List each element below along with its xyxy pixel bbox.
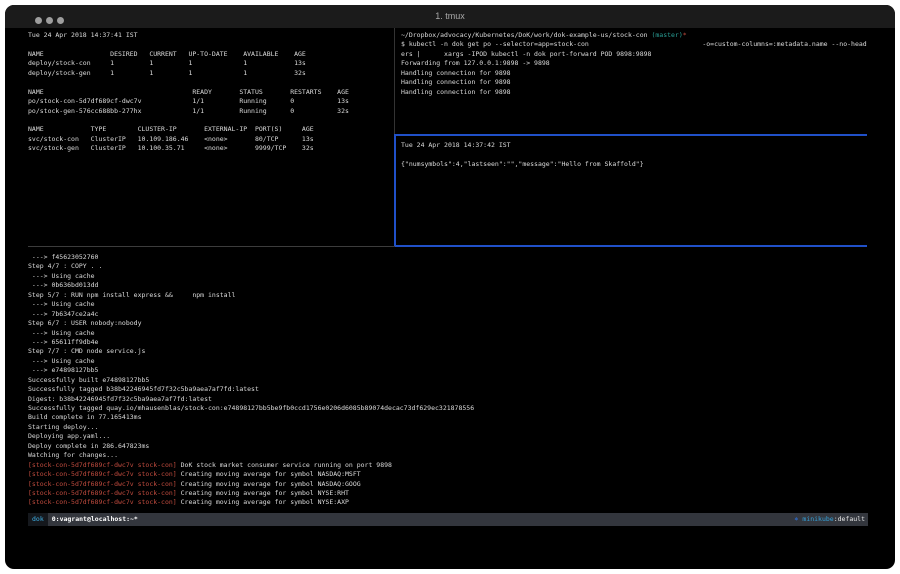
terminal-line: [401, 150, 863, 159]
terminal-line: Successfully tagged b38b42246945fd7f32c5…: [28, 385, 868, 394]
terminal-line: svc/stock-gen ClusterIP 10.100.35.71 <no…: [28, 144, 394, 153]
pane-divider-vertical[interactable]: [394, 28, 395, 136]
terminal-content: Tue 24 Apr 2018 14:37:41 IST NAME DESIRE…: [5, 5, 895, 569]
terminal-line: svc/stock-con ClusterIP 10.109.186.46 <n…: [28, 135, 394, 144]
terminal-line: [stock-con-5d7df689cf-dwc7v stock-con] D…: [28, 461, 868, 470]
terminal-line: ---> 7b6347ce2a4c: [28, 310, 868, 319]
terminal-line: deploy/stock-gen 1 1 1 1 32s: [28, 69, 394, 78]
terminal-line: ---> 0b636bd013dd: [28, 281, 868, 290]
pane-curl-output[interactable]: Tue 24 Apr 2018 14:37:42 IST {"numsymbol…: [401, 141, 863, 245]
terminal-line: Handling connection for 9898: [401, 88, 867, 97]
terminal-line: ---> Using cache: [28, 357, 868, 366]
terminal-line: $ kubectl -n dok get po --selector=app=s…: [401, 40, 867, 49]
terminal-line: [stock-con-5d7df689cf-dwc7v stock-con] C…: [28, 498, 868, 507]
terminal-line: deploy/stock-con 1 1 1 1 13s: [28, 59, 394, 68]
terminal-line: ---> Using cache: [28, 329, 868, 338]
session-name[interactable]: dok: [28, 513, 48, 526]
terminal-line: Step 6/7 : USER nobody:nobody: [28, 319, 868, 328]
terminal-line: [stock-con-5d7df689cf-dwc7v stock-con] C…: [28, 489, 868, 498]
terminal-line: NAME TYPE CLUSTER-IP EXTERNAL-IP PORT(S)…: [28, 125, 394, 134]
terminal-line: po/stock-gen-576cc688bb-277hx 1/1 Runnin…: [28, 107, 394, 116]
terminal-line: [stock-con-5d7df689cf-dwc7v stock-con] C…: [28, 480, 868, 489]
kube-context-host: minikube: [802, 515, 833, 523]
terminal-line: Step 5/7 : RUN npm install express && np…: [28, 291, 868, 300]
pane-port-forward[interactable]: ~/Dropbox/advocacy/Kubernetes/DoK/work/d…: [401, 31, 867, 133]
status-right-section: ⎈ minikube:default: [795, 513, 868, 526]
terminal-line: NAME READY STATUS RESTARTS AGE: [28, 88, 394, 97]
status-window-label[interactable]: 0:vagrant@localhost:~*: [48, 513, 138, 526]
kubernetes-helm-icon: ⎈: [795, 515, 799, 523]
terminal-line: Deploying app.yaml...: [28, 432, 868, 441]
kube-context-namespace: :default: [834, 515, 865, 523]
terminal-line: Successfully tagged quay.io/mhausenblas/…: [28, 404, 868, 413]
terminal-line: ~/Dropbox/advocacy/Kubernetes/DoK/work/d…: [401, 31, 867, 40]
terminal-line: po/stock-con-5d7df689cf-dwc7v 1/1 Runnin…: [28, 97, 394, 106]
terminal-line: Handling connection for 9898: [401, 78, 867, 87]
terminal-line: ---> Using cache: [28, 272, 868, 281]
terminal-line: ---> f45623052760: [28, 253, 868, 262]
terminal-line: {"numsymbols":4,"lastseen":"","message":…: [401, 160, 863, 169]
terminal-line: ---> e74898127bb5: [28, 366, 868, 375]
terminal-line: Watching for changes...: [28, 451, 868, 460]
terminal-line: ---> 65611ff9db4e: [28, 338, 868, 347]
terminal-line: Forwarding from 127.0.0.1:9898 -> 9898: [401, 59, 867, 68]
terminal-line: Step 7/7 : CMD node service.js: [28, 347, 868, 356]
terminal-line: Deploy complete in 286.647823ms: [28, 442, 868, 451]
terminal-line: [28, 40, 394, 49]
pane-kubectl-watch[interactable]: Tue 24 Apr 2018 14:37:41 IST NAME DESIRE…: [28, 31, 394, 245]
terminal-line: NAME DESIRED CURRENT UP-TO-DATE AVAILABL…: [28, 50, 394, 59]
terminal-line: Step 4/7 : COPY . .: [28, 262, 868, 271]
tmux-status-bar: dok 0:vagrant@localhost:~* ⎈ minikube:de…: [28, 513, 868, 526]
terminal-line: Tue 24 Apr 2018 14:37:41 IST: [28, 31, 394, 40]
terminal-line: [28, 78, 394, 87]
terminal-line: Digest: b38b42246945fd7f32c5ba9aea7af7fd…: [28, 395, 868, 404]
pane-divider-horizontal[interactable]: [28, 246, 395, 247]
terminal-line: [28, 116, 394, 125]
terminal-window: 1. tmux Tue 24 Apr 2018 14:37:41 IST NAM…: [5, 5, 895, 569]
terminal-line: Handling connection for 9898: [401, 69, 867, 78]
terminal-line: [stock-con-5d7df689cf-dwc7v stock-con] C…: [28, 470, 868, 479]
terminal-line: ---> Using cache: [28, 300, 868, 309]
terminal-line: Successfully built e74898127bb5: [28, 376, 868, 385]
terminal-line: Build complete in 77.165413ms: [28, 413, 868, 422]
pane-skaffold-log[interactable]: ---> f45623052760Step 4/7 : COPY . . ---…: [28, 253, 868, 511]
terminal-line: Tue 24 Apr 2018 14:37:42 IST: [401, 141, 863, 150]
terminal-line: ers | xargs -IPOD kubectl -n dok port-fo…: [401, 50, 867, 59]
terminal-line: Starting deploy...: [28, 423, 868, 432]
